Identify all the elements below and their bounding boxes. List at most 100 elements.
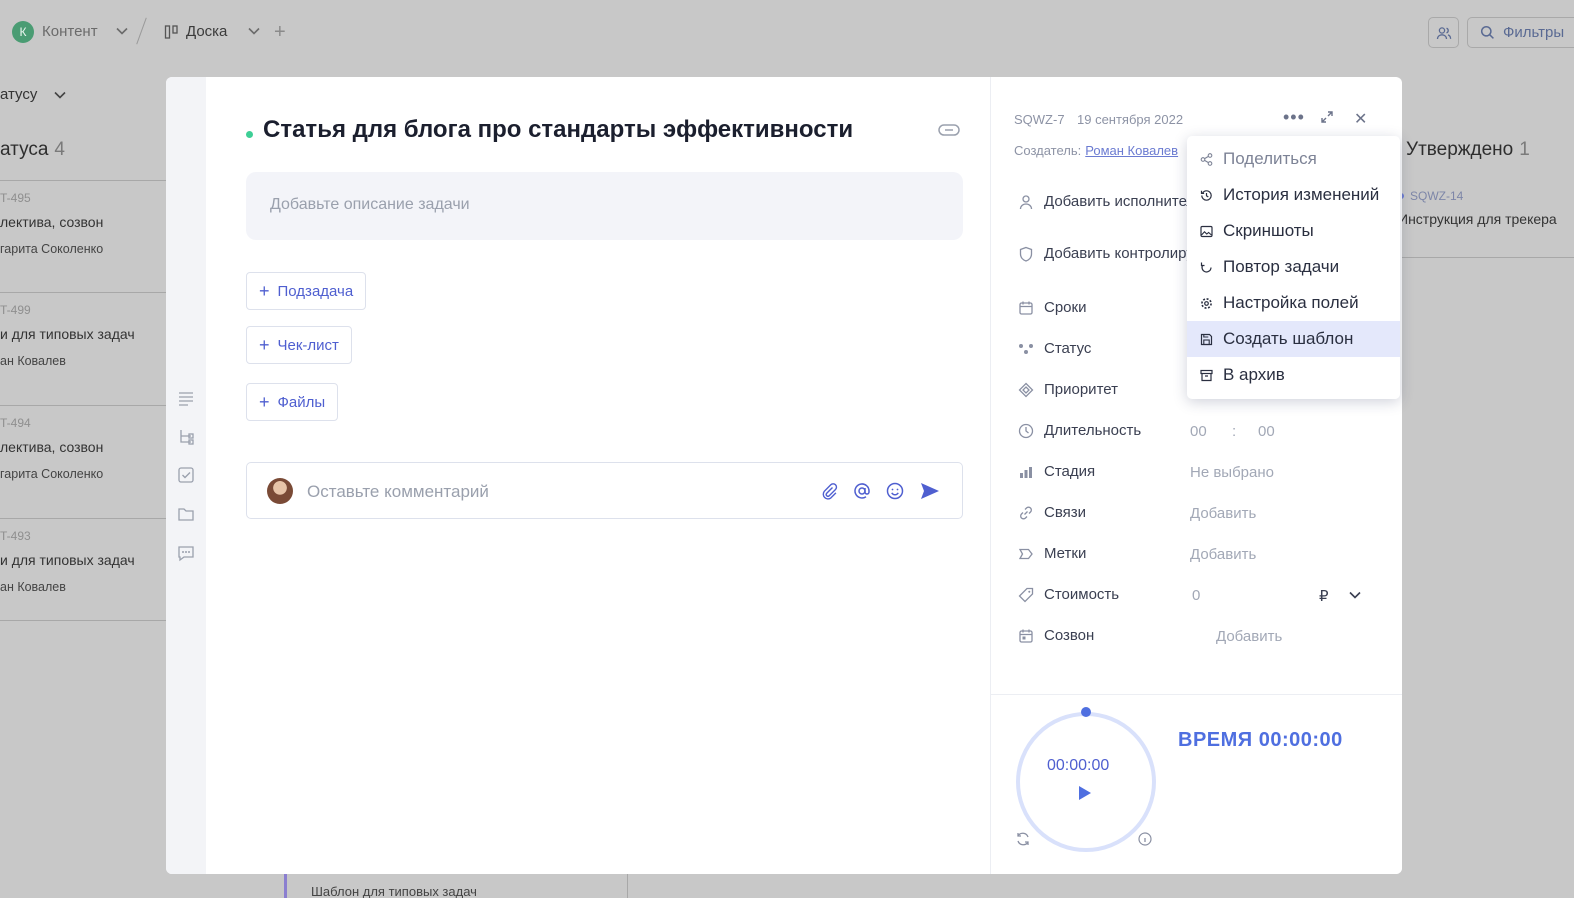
checklist-icon[interactable] bbox=[177, 466, 195, 484]
status-dot bbox=[246, 131, 253, 138]
field-stage[interactable]: Стадия bbox=[1018, 463, 1095, 480]
person-icon bbox=[1018, 194, 1034, 210]
expand-icon[interactable] bbox=[1320, 110, 1334, 124]
field-status[interactable]: Статус bbox=[1018, 340, 1091, 357]
field-duration[interactable]: Длительность bbox=[1018, 422, 1141, 439]
board-card[interactable]: T-494 лектива, созвон гарита Соколенко bbox=[0, 405, 166, 515]
creator-line: Создатель: Роман Ковалев bbox=[1014, 143, 1178, 158]
cost-value[interactable]: 0 bbox=[1192, 587, 1200, 604]
menu-item-label: Скриншоты bbox=[1223, 221, 1314, 240]
field-links[interactable]: Связи bbox=[1018, 504, 1086, 521]
section-rail bbox=[166, 77, 206, 874]
save-icon bbox=[1199, 332, 1213, 346]
add-subtask-label: Подзадача bbox=[277, 282, 354, 300]
menu-item-history[interactable]: История изменений bbox=[1187, 177, 1400, 213]
plus-icon: + bbox=[259, 281, 270, 301]
comment-input[interactable]: Оставьте комментарий bbox=[246, 462, 963, 519]
field-deadline[interactable]: Сроки bbox=[1018, 299, 1086, 316]
menu-item-archive[interactable]: В архив bbox=[1187, 357, 1400, 393]
close-icon[interactable]: ✕ bbox=[1354, 109, 1367, 129]
folder-icon[interactable] bbox=[177, 505, 195, 523]
history-icon bbox=[1199, 188, 1213, 202]
mention-icon[interactable] bbox=[853, 482, 871, 500]
field-tags[interactable]: Метки bbox=[1018, 545, 1086, 562]
chevron-down-icon[interactable] bbox=[1348, 588, 1362, 602]
menu-item-share[interactable]: Поделиться bbox=[1187, 141, 1400, 177]
board-name[interactable]: Доска bbox=[186, 23, 227, 40]
card-title: Инструкция для трекера bbox=[1398, 211, 1557, 227]
emoji-icon[interactable] bbox=[886, 482, 904, 500]
card-user: гарита Соколенко bbox=[0, 242, 104, 256]
field-priority[interactable]: Приоритет bbox=[1018, 381, 1118, 398]
board-card[interactable]: SQWZ-14 Инструкция для трекера bbox=[1398, 180, 1574, 258]
reset-icon[interactable] bbox=[1015, 831, 1031, 847]
menu-item-label: Создать шаблон bbox=[1223, 329, 1354, 348]
field-cost[interactable]: Стоимость bbox=[1018, 586, 1119, 603]
menu-item-field-settings[interactable]: Настройка полей bbox=[1187, 285, 1400, 321]
currency-select[interactable]: ₽ bbox=[1319, 587, 1329, 605]
task-title[interactable]: Статья для блога про стандарты эффективн… bbox=[263, 116, 853, 144]
link-icon[interactable] bbox=[938, 124, 960, 136]
plus-icon: + bbox=[259, 335, 270, 355]
subtask-icon[interactable] bbox=[177, 428, 195, 446]
creator-name[interactable]: Роман Ковалев bbox=[1085, 143, 1178, 158]
topbar: К Контент Доска + Фильтры bbox=[0, 0, 1574, 64]
add-assignee-button[interactable]: Добавить исполнителя bbox=[1018, 193, 1203, 210]
info-icon[interactable] bbox=[1138, 832, 1152, 846]
field-label: Стоимость bbox=[1044, 586, 1120, 603]
more-options-button[interactable]: ••• bbox=[1283, 107, 1305, 128]
attachment-icon[interactable] bbox=[820, 482, 838, 500]
chevron-down-icon[interactable] bbox=[115, 24, 129, 38]
stage-value[interactable]: Не выбрано bbox=[1190, 464, 1274, 481]
menu-item-screenshots[interactable]: Скриншоты bbox=[1187, 213, 1400, 249]
add-board-button[interactable]: + bbox=[274, 21, 286, 44]
add-files-button[interactable]: + Файлы bbox=[246, 383, 339, 421]
comment-icon[interactable] bbox=[177, 544, 195, 562]
field-label: Длительность bbox=[1044, 422, 1142, 439]
card-title: лектива, созвон bbox=[0, 439, 104, 455]
play-icon[interactable] bbox=[1078, 785, 1092, 801]
users-button[interactable] bbox=[1428, 17, 1459, 48]
filters-label: Фильтры bbox=[1503, 24, 1565, 41]
group-selector-label: атусу bbox=[0, 86, 38, 103]
gear-icon bbox=[1199, 296, 1213, 310]
duration-minutes-input[interactable]: 00 bbox=[1258, 423, 1275, 440]
call-value[interactable]: Добавить bbox=[1216, 628, 1282, 645]
chevron-down-icon[interactable] bbox=[247, 24, 261, 38]
board-card[interactable]: T-493 и для типовых задач ан Ковалев bbox=[0, 518, 166, 621]
board-card[interactable]: T-495 лектива, созвон гарита Соколенко bbox=[0, 180, 166, 290]
menu-item-repeat[interactable]: Повтор задачи bbox=[1187, 249, 1400, 285]
board-card[interactable]: T-499 и для типовых задач ан Ковалев bbox=[0, 292, 166, 402]
archive-icon bbox=[1199, 368, 1213, 382]
group-selector[interactable]: атусу bbox=[0, 86, 67, 103]
chevron-down-icon bbox=[54, 91, 66, 99]
board-card[interactable]: Шаблон для типовых задач bbox=[284, 872, 628, 898]
description-icon[interactable] bbox=[177, 389, 195, 407]
card-title: Шаблон для типовых задач bbox=[311, 884, 477, 898]
menu-item-label: История изменений bbox=[1223, 185, 1380, 204]
card-id: T-494 bbox=[0, 416, 31, 430]
card-title: и для типовых задач bbox=[0, 552, 135, 568]
add-checklist-button[interactable]: + Чек-лист bbox=[246, 326, 352, 364]
workspace-name[interactable]: Контент bbox=[42, 23, 98, 40]
more-options-menu: Поделиться История изменений Скриншоты П… bbox=[1187, 136, 1400, 399]
tags-value[interactable]: Добавить bbox=[1190, 546, 1256, 563]
card-user: гарита Соколенко bbox=[0, 467, 104, 481]
description-field[interactable]: Добавьте описание задачи bbox=[246, 172, 963, 240]
timer-progress-handle[interactable] bbox=[1081, 707, 1091, 717]
image-icon bbox=[1199, 224, 1213, 238]
menu-item-create-template[interactable]: Создать шаблон bbox=[1187, 321, 1400, 357]
column-title-left: атуса 4 bbox=[0, 139, 65, 161]
search-icon bbox=[1480, 25, 1494, 39]
links-value[interactable]: Добавить bbox=[1190, 505, 1256, 522]
card-id: T-495 bbox=[0, 191, 31, 205]
duration-hours-input[interactable]: 00 bbox=[1190, 423, 1207, 440]
send-icon[interactable] bbox=[920, 482, 940, 500]
add-subtask-button[interactable]: + Подзадача bbox=[246, 272, 367, 310]
avatar bbox=[267, 478, 293, 504]
menu-item-label: Поделиться bbox=[1223, 149, 1317, 168]
card-title: лектива, созвон bbox=[0, 214, 104, 230]
workspace-avatar[interactable]: К bbox=[12, 21, 34, 43]
field-call[interactable]: Созвон bbox=[1018, 627, 1094, 644]
filters-button[interactable]: Фильтры bbox=[1467, 17, 1574, 48]
